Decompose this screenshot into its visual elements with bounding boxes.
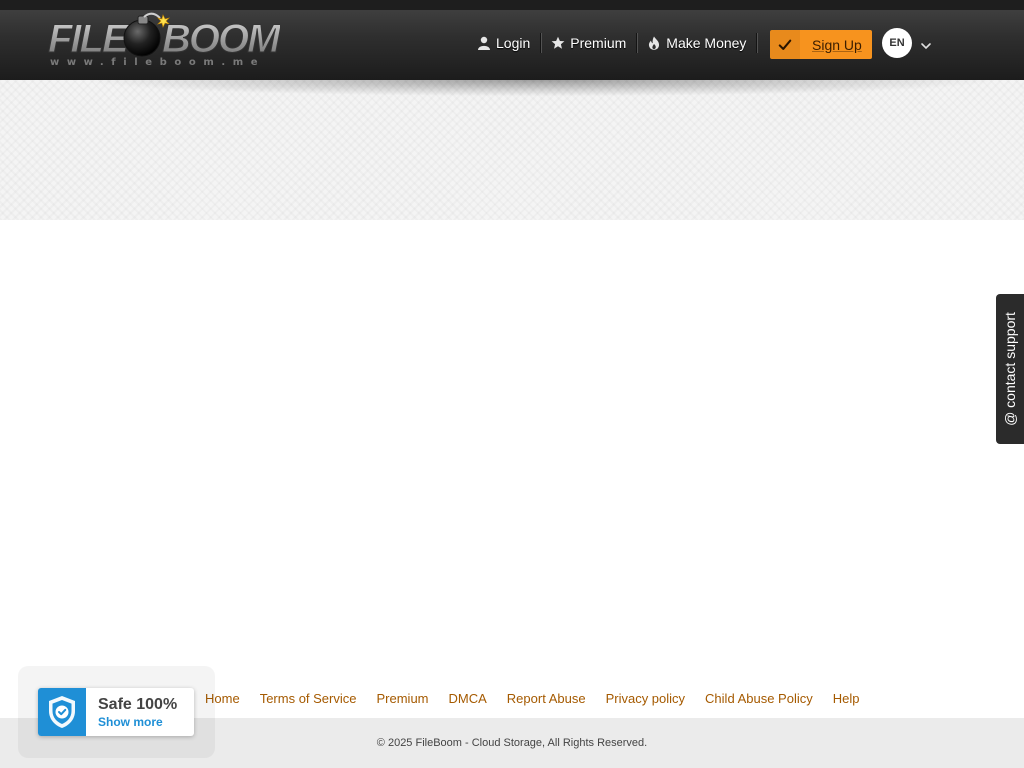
shield-check-icon (38, 688, 86, 736)
site-header: FILE BOOM www.fileboom.me Login Premium (0, 0, 1024, 80)
footer-link-report-abuse[interactable]: Report Abuse (507, 691, 586, 706)
logo-url-text: www.fileboom.me (50, 57, 266, 68)
svg-text:FILE: FILE (48, 17, 130, 61)
flame-icon (647, 36, 661, 50)
main-nav: Login Premium Make Money (474, 27, 758, 59)
footer-link-premium[interactable]: Premium (377, 691, 429, 706)
contact-support-tab[interactable]: @ contact support (996, 294, 1024, 444)
user-icon (477, 36, 491, 50)
header-top-strip (0, 0, 1024, 10)
nav-login-label: Login (496, 35, 531, 51)
language-selector[interactable]: EN (882, 28, 912, 58)
footer-link-child-abuse-policy[interactable]: Child Abuse Policy (705, 691, 813, 706)
nav-divider (756, 33, 758, 53)
header-pattern-band (0, 80, 1024, 220)
fileboom-logo[interactable]: FILE BOOM www.fileboom.me (48, 12, 280, 72)
safe-badge-title: Safe 100% (98, 696, 178, 713)
star-icon (551, 36, 565, 50)
footer-link-dmca[interactable]: DMCA (449, 691, 487, 706)
nav-premium-label: Premium (570, 35, 627, 51)
svg-text:BOOM: BOOM (162, 17, 280, 61)
chevron-down-icon[interactable] (920, 38, 932, 50)
contact-support-label: @ contact support (1002, 312, 1018, 426)
checkmark-icon (770, 30, 800, 59)
nav-login[interactable]: Login (474, 33, 540, 53)
language-code: EN (889, 37, 905, 49)
bomb-icon (123, 19, 161, 57)
signup-label: Sign Up (812, 36, 862, 53)
nav-make-money-label: Make Money (666, 35, 747, 51)
safe-badge-show-more[interactable]: Show more (98, 715, 163, 729)
header-shadow (90, 80, 990, 96)
signup-button[interactable]: Sign Up (770, 30, 872, 59)
footer-links: Home Terms of Service Premium DMCA Repor… (195, 688, 869, 708)
footer-link-help[interactable]: Help (833, 691, 860, 706)
nav-premium[interactable]: Premium (541, 33, 636, 53)
nav-make-money[interactable]: Make Money (637, 33, 756, 53)
footer-link-terms[interactable]: Terms of Service (260, 691, 357, 706)
safe-badge[interactable]: Safe 100% Show more (38, 688, 194, 736)
footer-link-privacy[interactable]: Privacy policy (606, 691, 685, 706)
